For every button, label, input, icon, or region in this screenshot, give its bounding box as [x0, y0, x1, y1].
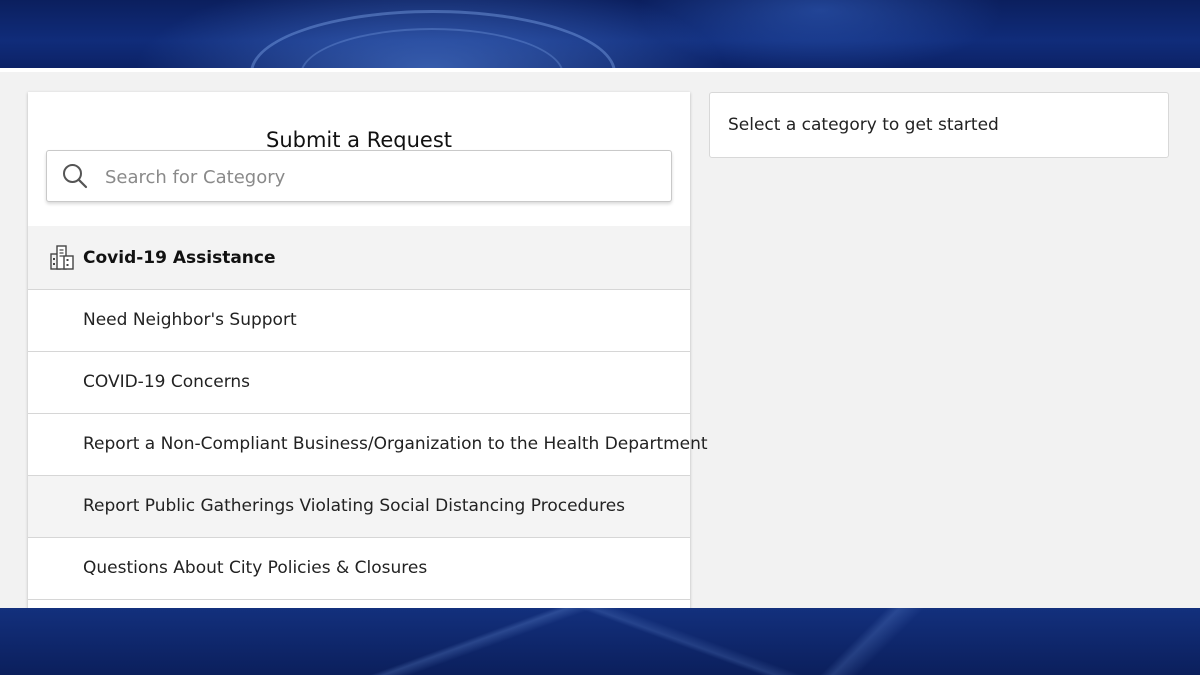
background-banner-bottom [0, 608, 1200, 675]
list-item-label: COVID-19 Concerns [83, 372, 251, 392]
page-title: Submit a Request [265, 128, 453, 152]
search-icon [63, 164, 88, 189]
list-item-report-non-compliant-business[interactable]: Report a Non-Compliant Business/Organiza… [28, 414, 708, 476]
search-box[interactable] [46, 150, 672, 202]
buildings-icon [50, 245, 74, 270]
search-input[interactable] [103, 159, 657, 195]
request-panel: Submit a Request Covid-19 Assistan [28, 92, 708, 608]
list-item-label: Report a Non-Compliant Business/Organiza… [83, 434, 708, 454]
content-area: Submit a Request Covid-19 Assistan [0, 72, 1200, 608]
background-banner-top [0, 0, 1200, 136]
category-covid-19-assistance[interactable]: Covid-19 Assistance [28, 226, 690, 290]
list-item-label: Need Neighbor's Support [83, 310, 297, 330]
detail-prompt: Select a category to get started [728, 115, 999, 135]
list-item-questions-city-policies[interactable]: Questions About City Policies & Closures [28, 538, 690, 600]
list-item-report-public-gatherings[interactable]: Report Public Gatherings Violating Socia… [28, 476, 690, 538]
list-item-label: Questions About City Policies & Closures [83, 558, 428, 578]
list-item-covid-19-concerns[interactable]: COVID-19 Concerns [28, 352, 690, 414]
list-item-label: Report Public Gatherings Violating Socia… [83, 496, 626, 516]
list-item-need-neighbors-support[interactable]: Need Neighbor's Support [28, 290, 690, 352]
detail-panel: Select a category to get started [709, 92, 1169, 158]
category-label: Covid-19 Assistance [83, 248, 276, 268]
